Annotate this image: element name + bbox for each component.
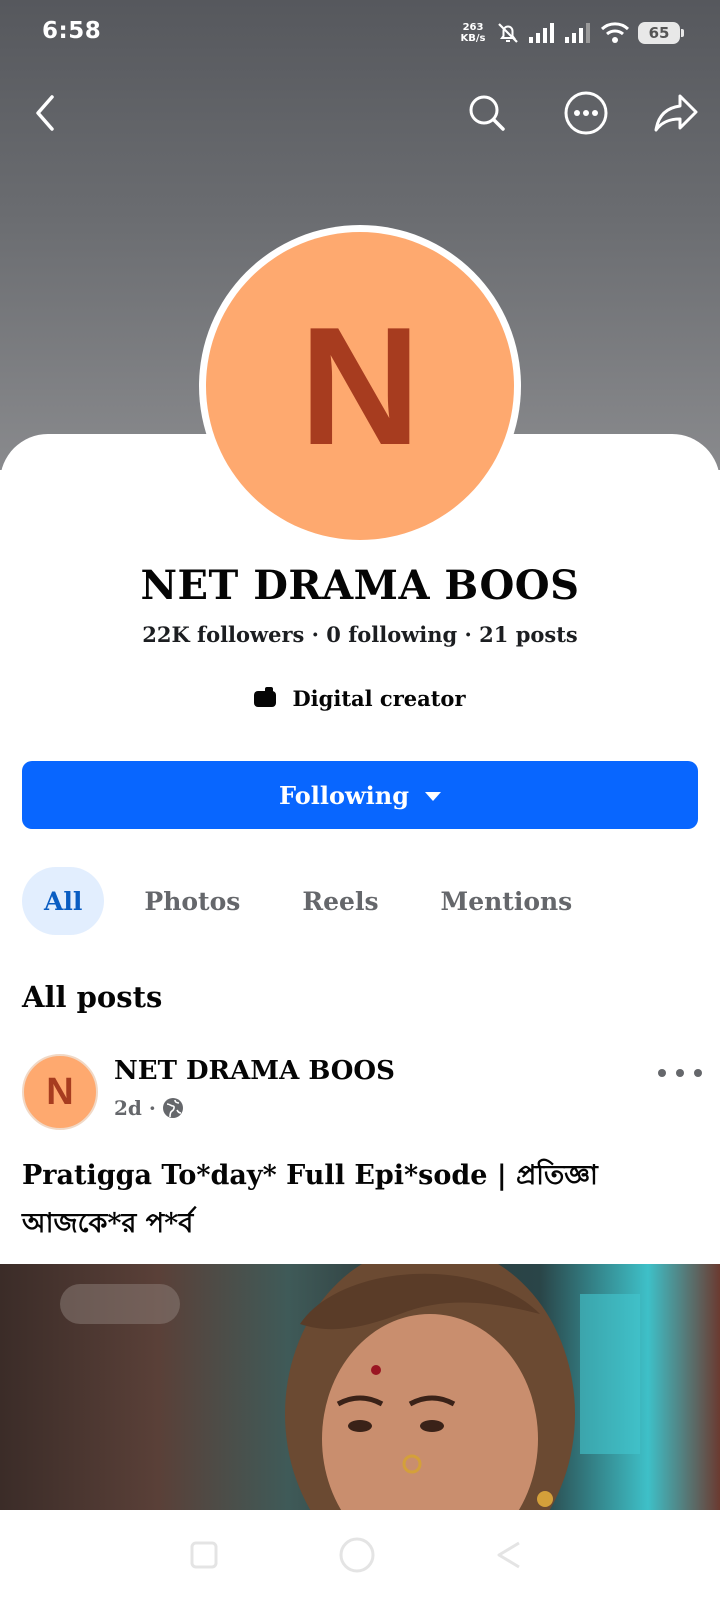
- wifi-icon: [600, 22, 630, 43]
- recents-icon: [190, 1541, 218, 1569]
- section-title: All posts: [22, 980, 163, 1014]
- more-icon: [564, 91, 608, 135]
- chevron-down-icon: [424, 792, 441, 801]
- muted-bell-icon: [498, 23, 518, 43]
- battery-indicator: 65: [638, 22, 684, 44]
- back-button[interactable]: [20, 88, 70, 138]
- status-time: 6:58: [42, 18, 102, 44]
- page-title: NET DRAMA BOOS: [140, 562, 580, 609]
- profile-stats[interactable]: 22K followers · 0 following · 21 posts: [0, 622, 720, 647]
- status-icons: 263 KB/s 65: [458, 16, 684, 50]
- avatar-letter: N: [206, 232, 514, 540]
- following-label: Following: [279, 780, 409, 810]
- category-row: Digital creator: [0, 686, 720, 711]
- dot: [658, 1069, 666, 1077]
- status-bar: 6:58 263 KB/s 65: [0, 0, 720, 64]
- filter-tabs: All Photos Reels Mentions: [22, 867, 612, 935]
- recents-button[interactable]: [181, 1532, 227, 1578]
- dot: [676, 1069, 684, 1077]
- tab-photos[interactable]: Photos: [122, 867, 262, 935]
- post-image[interactable]: [0, 1264, 720, 1510]
- post-more-button[interactable]: [658, 1060, 702, 1086]
- tab-reels[interactable]: Reels: [280, 867, 400, 935]
- profile-avatar[interactable]: N: [199, 225, 521, 547]
- category-label: Digital creator: [292, 686, 466, 711]
- post-avatar[interactable]: N: [22, 1054, 98, 1130]
- signal-icon-2: [565, 23, 590, 43]
- network-speed: 263 KB/s: [460, 22, 486, 44]
- system-nav-bar: [0, 1510, 720, 1600]
- post-header: N NET DRAMA BOOS 2d ·: [22, 1052, 702, 1130]
- tab-all[interactable]: All: [22, 867, 105, 935]
- share-icon: [654, 94, 698, 132]
- signal-icon: [529, 23, 554, 43]
- back-triangle-icon: [497, 1541, 520, 1569]
- share-button[interactable]: [651, 88, 701, 138]
- home-icon: [339, 1537, 375, 1573]
- post-photo: [60, 1264, 640, 1510]
- creator-icon: [254, 686, 277, 707]
- back-nav-button[interactable]: [486, 1532, 532, 1578]
- post-time: 2d ·: [114, 1096, 156, 1120]
- tab-mentions[interactable]: Mentions: [419, 867, 595, 935]
- post-author[interactable]: NET DRAMA BOOS: [114, 1056, 395, 1086]
- following-button[interactable]: Following: [22, 761, 698, 829]
- more-button[interactable]: [561, 88, 611, 138]
- post-text: Pratigga To*day* Full Epi*sode | প্রতিজ্…: [22, 1160, 598, 1239]
- post-meta: 2d ·: [114, 1096, 184, 1120]
- home-button[interactable]: [334, 1532, 380, 1578]
- back-arrow-icon: [36, 95, 54, 131]
- search-icon: [469, 95, 505, 131]
- search-button[interactable]: [462, 88, 512, 138]
- globe-icon: [162, 1098, 183, 1118]
- dot: [694, 1069, 702, 1077]
